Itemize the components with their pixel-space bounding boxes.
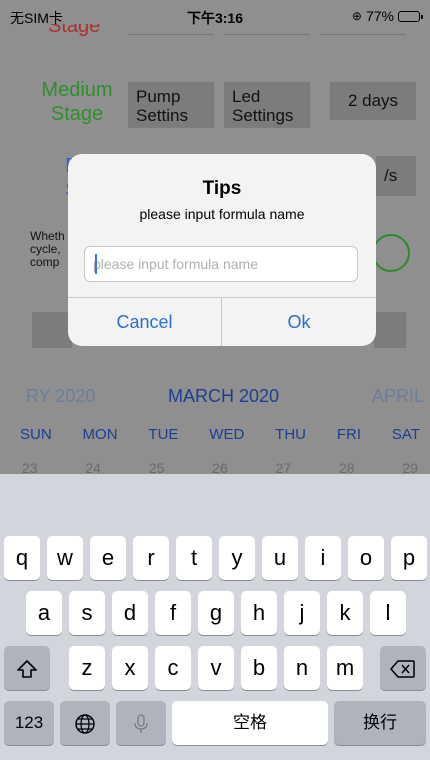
weekday-label: SAT xyxy=(391,426,420,443)
key-w[interactable]: w xyxy=(47,536,83,580)
key-n[interactable]: n xyxy=(284,646,320,690)
weekday-label: SUN xyxy=(20,426,52,443)
key-p[interactable]: p xyxy=(391,536,427,580)
pump-settings-line2: Settins xyxy=(136,106,188,125)
key-z[interactable]: z xyxy=(69,646,105,690)
led-settings-line2: Settings xyxy=(232,106,294,125)
battery-indicator: ⊕ 77% xyxy=(351,8,423,24)
medium-stage-row: Medium Stage Pump Settins Led Settings 2… xyxy=(0,76,430,146)
key-h[interactable]: h xyxy=(241,591,277,635)
toggle-circle-button[interactable] xyxy=(372,234,410,272)
key-a[interactable]: a xyxy=(26,591,62,635)
calendar-date[interactable]: 24 xyxy=(85,460,101,474)
key-e[interactable]: e xyxy=(90,536,126,580)
numbers-key[interactable]: 123 xyxy=(4,701,54,745)
text-cursor xyxy=(95,254,97,274)
calendar-date[interactable]: 26 xyxy=(212,460,228,474)
ok-button[interactable]: Ok xyxy=(222,298,376,346)
microphone-key[interactable] xyxy=(116,701,166,745)
status-bar: 无SIM卡 下午3:16 ⊕ 77% xyxy=(0,0,430,34)
orientation-lock-icon: ⊕ xyxy=(351,9,362,23)
key-m[interactable]: m xyxy=(327,646,363,690)
dialog-title: Tips xyxy=(202,178,242,199)
onscreen-keyboard: q w e r t y u i o p a s d f g h j k l z … xyxy=(0,474,430,760)
weekday-label: TUE xyxy=(148,426,179,443)
calendar-date[interactable]: 29 xyxy=(402,460,418,474)
key-i[interactable]: i xyxy=(305,536,341,580)
calendar-current-month: MARCH 2020 xyxy=(168,386,280,406)
calendar-dates-row: 23 24 25 26 27 28 29 xyxy=(22,460,418,474)
calendar-next-month[interactable]: APRIL xyxy=(372,386,424,407)
key-l[interactable]: l xyxy=(370,591,406,635)
battery-percent: 77% xyxy=(365,8,394,24)
cancel-button[interactable]: Cancel xyxy=(68,298,221,346)
backspace-key[interactable] xyxy=(380,646,426,690)
key-j[interactable]: j xyxy=(284,591,320,635)
key-d[interactable]: d xyxy=(112,591,148,635)
calendar-date[interactable]: 28 xyxy=(339,460,355,474)
weekday-label: MON xyxy=(82,426,118,443)
calendar-prev-month[interactable]: RY 2020 xyxy=(26,386,95,407)
formula-name-dialog: Tips please input formula name Cancel Ok xyxy=(68,154,376,346)
key-c[interactable]: c xyxy=(155,646,191,690)
key-k[interactable]: k xyxy=(327,591,363,635)
medium-stage-days-button[interactable]: 2 days xyxy=(330,82,416,120)
key-o[interactable]: o xyxy=(348,536,384,580)
led-settings-button[interactable]: Led Settings xyxy=(224,82,310,128)
key-b[interactable]: b xyxy=(241,646,277,690)
key-t[interactable]: t xyxy=(176,536,212,580)
key-x[interactable]: x xyxy=(112,646,148,690)
calendar-header: RY 2020 MARCH 2020 APRIL xyxy=(0,386,430,410)
pump-settings-line1: Pump xyxy=(136,87,181,106)
medium-stage-label-line2: Stage xyxy=(50,103,104,125)
weekday-label: THU xyxy=(275,426,306,443)
microphone-icon xyxy=(134,714,148,734)
shift-key[interactable] xyxy=(4,646,50,690)
app-screen: 无SIM卡 下午3:16 ⊕ 77% Stage Medium Stage Pu… xyxy=(0,0,430,760)
weekday-label: WED xyxy=(209,426,245,443)
calendar-date[interactable]: 25 xyxy=(149,460,165,474)
ripe-stage-days-button[interactable]: /s xyxy=(376,156,416,196)
medium-stage-label: Medium Stage xyxy=(22,78,132,126)
weekday-label: FRI xyxy=(336,426,362,443)
key-f[interactable]: f xyxy=(155,591,191,635)
key-g[interactable]: g xyxy=(198,591,234,635)
globe-icon xyxy=(75,714,95,734)
calendar-weekdays: SUN MON TUE WED THU FRI SAT xyxy=(20,426,420,443)
pump-settings-button[interactable]: Pump Settins xyxy=(128,82,214,128)
calendar-date[interactable]: 23 xyxy=(22,460,38,474)
medium-stage-label-line1: Medium xyxy=(41,79,113,101)
key-q[interactable]: q xyxy=(4,536,40,580)
bottom-left-bar-button[interactable] xyxy=(32,312,72,348)
key-u[interactable]: u xyxy=(262,536,298,580)
key-s[interactable]: s xyxy=(69,591,105,635)
calendar-date[interactable]: 27 xyxy=(276,460,292,474)
led-settings-line1: Led xyxy=(232,87,261,106)
dialog-message: please input formula name xyxy=(139,206,305,222)
shift-arrow-icon xyxy=(17,660,37,678)
globe-key[interactable] xyxy=(60,701,110,745)
key-y[interactable]: y xyxy=(219,536,255,580)
key-v[interactable]: v xyxy=(198,646,234,690)
key-r[interactable]: r xyxy=(133,536,169,580)
formula-name-input[interactable] xyxy=(84,246,358,282)
battery-icon xyxy=(398,10,423,22)
backspace-icon xyxy=(390,660,415,678)
return-key[interactable]: 换行 xyxy=(334,701,426,745)
space-key[interactable]: 空格 xyxy=(172,701,328,745)
ripe-stage-days-partial: /s xyxy=(384,166,398,185)
bottom-right-bar-button[interactable] xyxy=(374,312,406,348)
